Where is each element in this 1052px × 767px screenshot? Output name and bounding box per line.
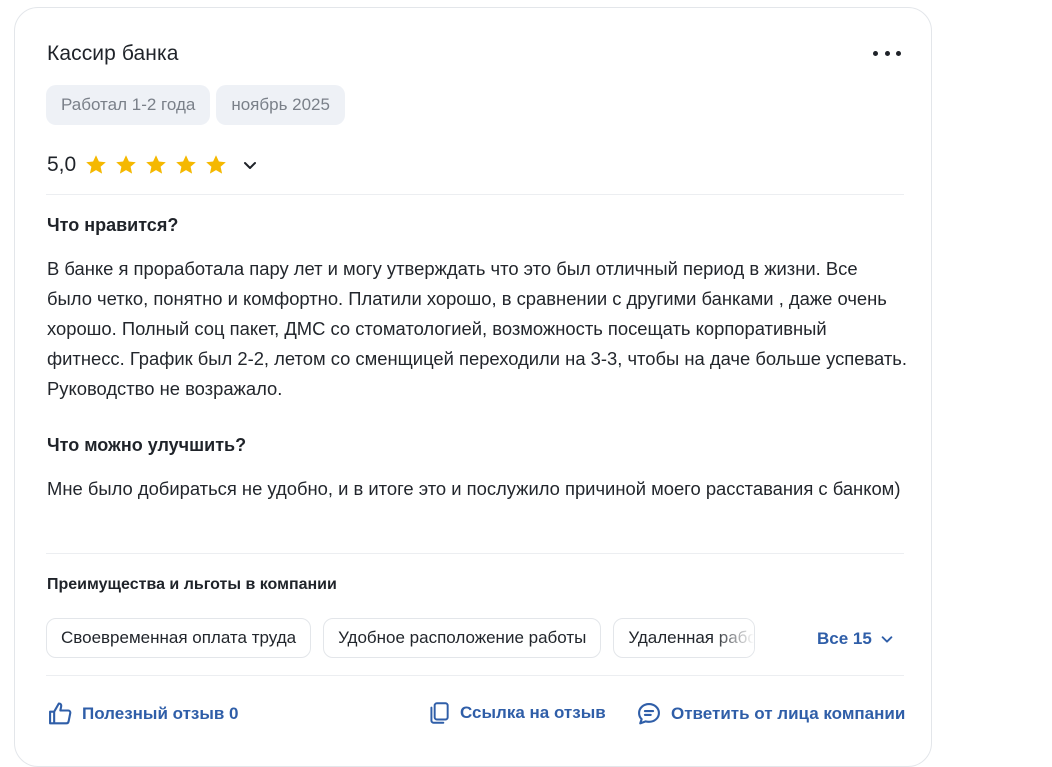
copy-link-button[interactable]: Ссылка на отзыв: [426, 700, 606, 726]
tag-experience: Работал 1-2 года: [46, 85, 211, 125]
thumbs-up-icon: [49, 702, 72, 725]
rating-row: 5,0: [47, 153, 258, 177]
chevron-down-icon: [881, 636, 893, 643]
reply-label: Ответить от лица компании: [671, 704, 906, 723]
benefit-chip: Удаленная работа: [613, 618, 756, 658]
review-tags: Работал 1-2 года ноябрь 2025: [46, 85, 345, 125]
chat-icon: [638, 703, 660, 725]
review-card: Кассир банка Работал 1-2 года ноябрь 202…: [14, 7, 932, 767]
reply-button[interactable]: Ответить от лица компании: [635, 700, 905, 728]
show-all-benefits-label: Все 15: [817, 629, 872, 648]
more-options-icon[interactable]: [873, 46, 901, 60]
divider: [46, 675, 904, 676]
helpful-label: Полезный отзыв 0: [82, 704, 239, 723]
likes-heading: Что нравится?: [47, 215, 179, 235]
improve-text: Мне было добираться не удобно, и в итоге…: [47, 478, 901, 499]
star-icon: [146, 155, 167, 174]
review-actions: Полезный отзыв 0 Ссылка на отзыв Ответит…: [46, 700, 906, 728]
benefit-chip: Удобное расположение работы: [323, 618, 602, 658]
benefit-chip: Своевременная оплата труда: [46, 618, 312, 658]
improve-heading: Что можно улучшить?: [47, 435, 247, 455]
star-icon: [176, 155, 197, 174]
star-icon: [86, 155, 107, 174]
star-icon: [206, 155, 227, 174]
review-title: Кассир банка: [47, 42, 179, 65]
show-all-benefits-button[interactable]: Все 15: [817, 629, 894, 649]
tag-date: ноябрь 2025: [216, 85, 345, 125]
divider: [46, 194, 904, 195]
star-icon: [116, 155, 137, 174]
copy-link-label: Ссылка на отзыв: [460, 703, 606, 722]
chevron-down-icon[interactable]: [242, 157, 258, 173]
benefits-list: Своевременная оплата труда Удобное распо…: [46, 618, 756, 658]
copy-icon: [430, 702, 449, 724]
helpful-button[interactable]: Полезный отзыв 0: [46, 700, 239, 728]
likes-text: В банке я проработала пару лет и могу ут…: [47, 258, 907, 399]
rating-stars: [84, 153, 228, 177]
rating-value: 5,0: [47, 153, 77, 176]
benefits-heading: Преимущества и льготы в компании: [47, 576, 337, 593]
divider: [46, 553, 904, 554]
